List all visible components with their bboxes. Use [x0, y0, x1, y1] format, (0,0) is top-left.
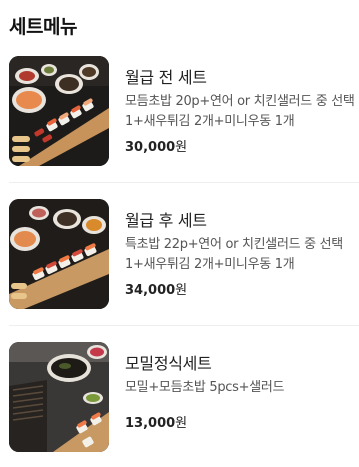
menu-item-description: 특초밥 22p+연어 or 치킨샐러드 중 선택1+새우튀김 2개+미니우동 1… — [125, 237, 343, 272]
price-currency: 원 — [175, 140, 188, 155]
menu-page: 세트메뉴 월급 전 세트 모듬초밥 20p+연어 or 치킨샐러드 중 선택1+… — [0, 0, 359, 467]
sushi-set-platter-image — [9, 56, 109, 166]
menu-item-price: 30,000원 — [125, 136, 187, 155]
divider — [9, 325, 359, 326]
menu-item-price: 13,000원 — [125, 412, 187, 431]
price-amount: 13,000 — [125, 416, 176, 431]
price-currency: 원 — [175, 416, 188, 431]
menu-item-price: 34,000원 — [125, 279, 187, 298]
menu-item-3[interactable]: 모밀정식세트 모밀+모듬초밥 5pcs+샐러드 13,000원 — [0, 342, 359, 452]
menu-item-name: 모밀정식세트 — [125, 354, 212, 373]
menu-item-image[interactable] — [9, 342, 109, 452]
price-currency: 원 — [175, 283, 188, 298]
divider — [9, 182, 359, 183]
premium-sushi-set-image — [9, 199, 109, 309]
menu-item-name: 월급 전 세트 — [125, 68, 207, 87]
menu-item-image[interactable] — [9, 56, 109, 166]
menu-item-image[interactable] — [9, 199, 109, 309]
price-amount: 30,000 — [125, 140, 176, 155]
menu-item-1[interactable]: 월급 전 세트 모듬초밥 20p+연어 or 치킨샐러드 중 선택1+새우튀김 … — [0, 56, 359, 166]
soba-set-image — [9, 342, 109, 452]
menu-item-description: 모듬초밥 20p+연어 or 치킨샐러드 중 선택1+새우튀김 2개+미니우동 … — [125, 94, 355, 129]
menu-item-2[interactable]: 월급 후 세트 특초밥 22p+연어 or 치킨샐러드 중 선택1+새우튀김 2… — [0, 199, 359, 309]
price-amount: 34,000 — [125, 283, 176, 298]
section-title: 세트메뉴 — [9, 16, 77, 38]
menu-item-name: 월급 후 세트 — [125, 211, 207, 230]
